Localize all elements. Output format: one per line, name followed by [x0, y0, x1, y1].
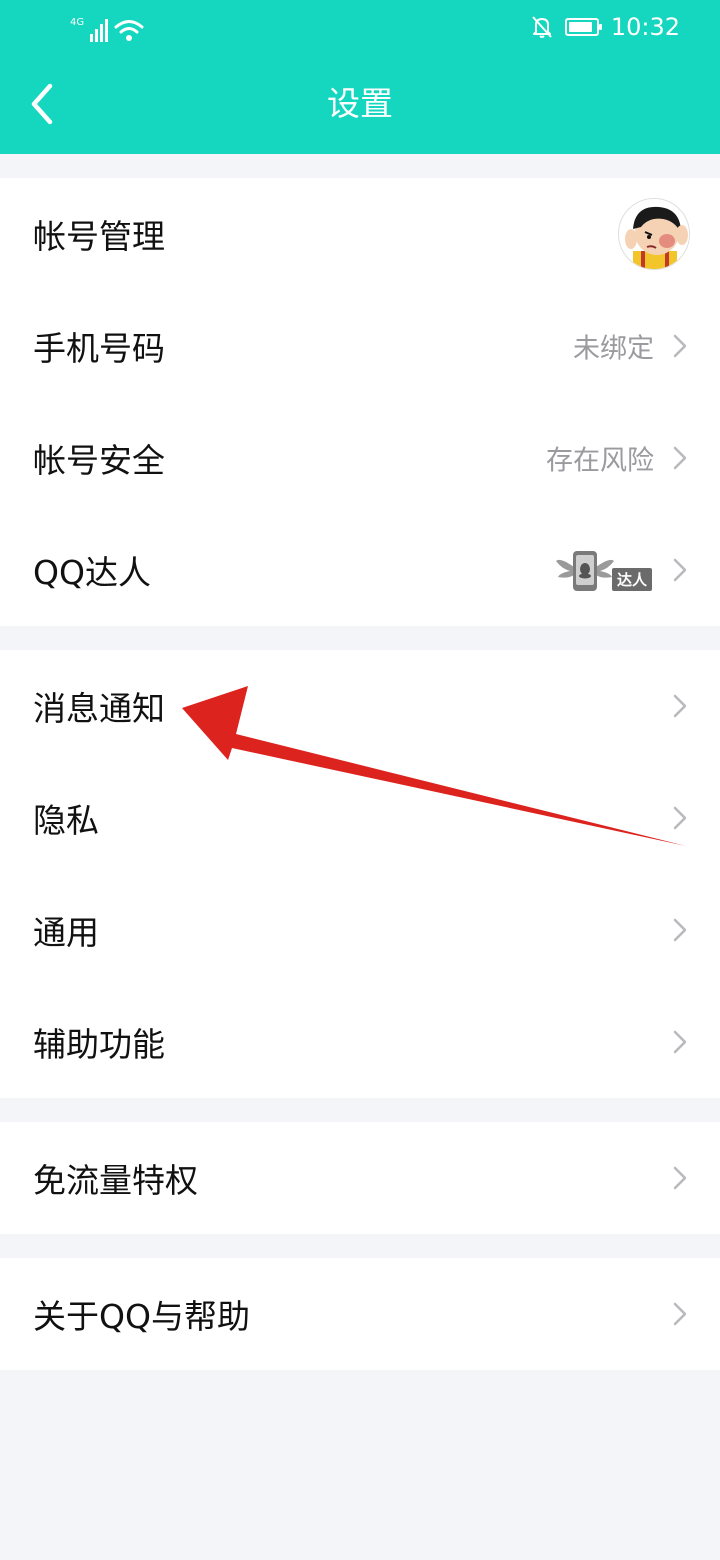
settings-item-general[interactable]: 通用 [0, 874, 720, 986]
chevron-right-icon [673, 1030, 687, 1054]
header-bar: 4G 10:32 设置 [0, 0, 720, 154]
qq-daren-badge: 达人 [556, 547, 652, 593]
signal-icon [90, 18, 109, 42]
settings-item-label: 帐号管理 [33, 217, 165, 256]
settings-group-account: 帐号管理 手机号码 未绑定 帐号安全 存在风险 QQ达人 达人 [0, 178, 720, 626]
clock: 10:32 [610, 13, 680, 41]
chevron-right-icon [673, 446, 687, 470]
chevron-right-icon [673, 806, 687, 830]
settings-item-phone-number[interactable]: 手机号码 未绑定 [0, 290, 720, 402]
chevron-right-icon [673, 334, 687, 358]
page-title: 设置 [327, 84, 393, 123]
settings-item-label: 辅助功能 [33, 1025, 165, 1064]
settings-group-general: 消息通知 隐私 通用 辅助功能 [0, 650, 720, 1098]
settings-item-account-management[interactable]: 帐号管理 [0, 178, 720, 290]
settings-item-label: 消息通知 [33, 689, 165, 728]
battery-icon [564, 18, 602, 36]
bell-off-icon [532, 16, 552, 38]
settings-item-label: QQ达人 [33, 553, 151, 592]
settings-group-data-plan: 免流量特权 [0, 1122, 720, 1234]
battery-level [568, 22, 592, 32]
wifi-icon [114, 20, 144, 41]
chevron-right-icon [673, 918, 687, 942]
settings-item-value: 存在风险 [546, 445, 654, 477]
chevron-right-icon [673, 1302, 687, 1326]
settings-item-value: 未绑定 [573, 333, 654, 365]
chevron-right-icon [673, 558, 687, 582]
settings-item-label: 手机号码 [33, 329, 165, 368]
settings-item-label: 免流量特权 [33, 1161, 198, 1200]
settings-group-about: 关于QQ与帮助 [0, 1258, 720, 1370]
avatar [618, 198, 690, 270]
status-left: 4G [70, 12, 144, 42]
badge-label: 达人 [611, 568, 652, 591]
settings-item-label: 帐号安全 [33, 441, 165, 480]
settings-item-about-help[interactable]: 关于QQ与帮助 [0, 1258, 720, 1370]
settings-item-qq-daren[interactable]: QQ达人 达人 [0, 514, 720, 626]
settings-item-notifications[interactable]: 消息通知 [0, 650, 720, 762]
network-type: 4G [70, 17, 85, 28]
status-right: 10:32 [531, 12, 680, 42]
settings-item-free-data[interactable]: 免流量特权 [0, 1122, 720, 1234]
settings-item-label: 隐私 [33, 801, 99, 840]
settings-item-label: 通用 [33, 913, 99, 952]
chevron-right-icon [673, 1166, 687, 1190]
settings-item-account-security[interactable]: 帐号安全 存在风险 [0, 402, 720, 514]
settings-item-accessibility[interactable]: 辅助功能 [0, 986, 720, 1098]
settings-item-privacy[interactable]: 隐私 [0, 762, 720, 874]
settings-item-label: 关于QQ与帮助 [33, 1297, 250, 1336]
chevron-right-icon [673, 694, 687, 718]
status-bar: 4G 10:32 [0, 0, 720, 56]
